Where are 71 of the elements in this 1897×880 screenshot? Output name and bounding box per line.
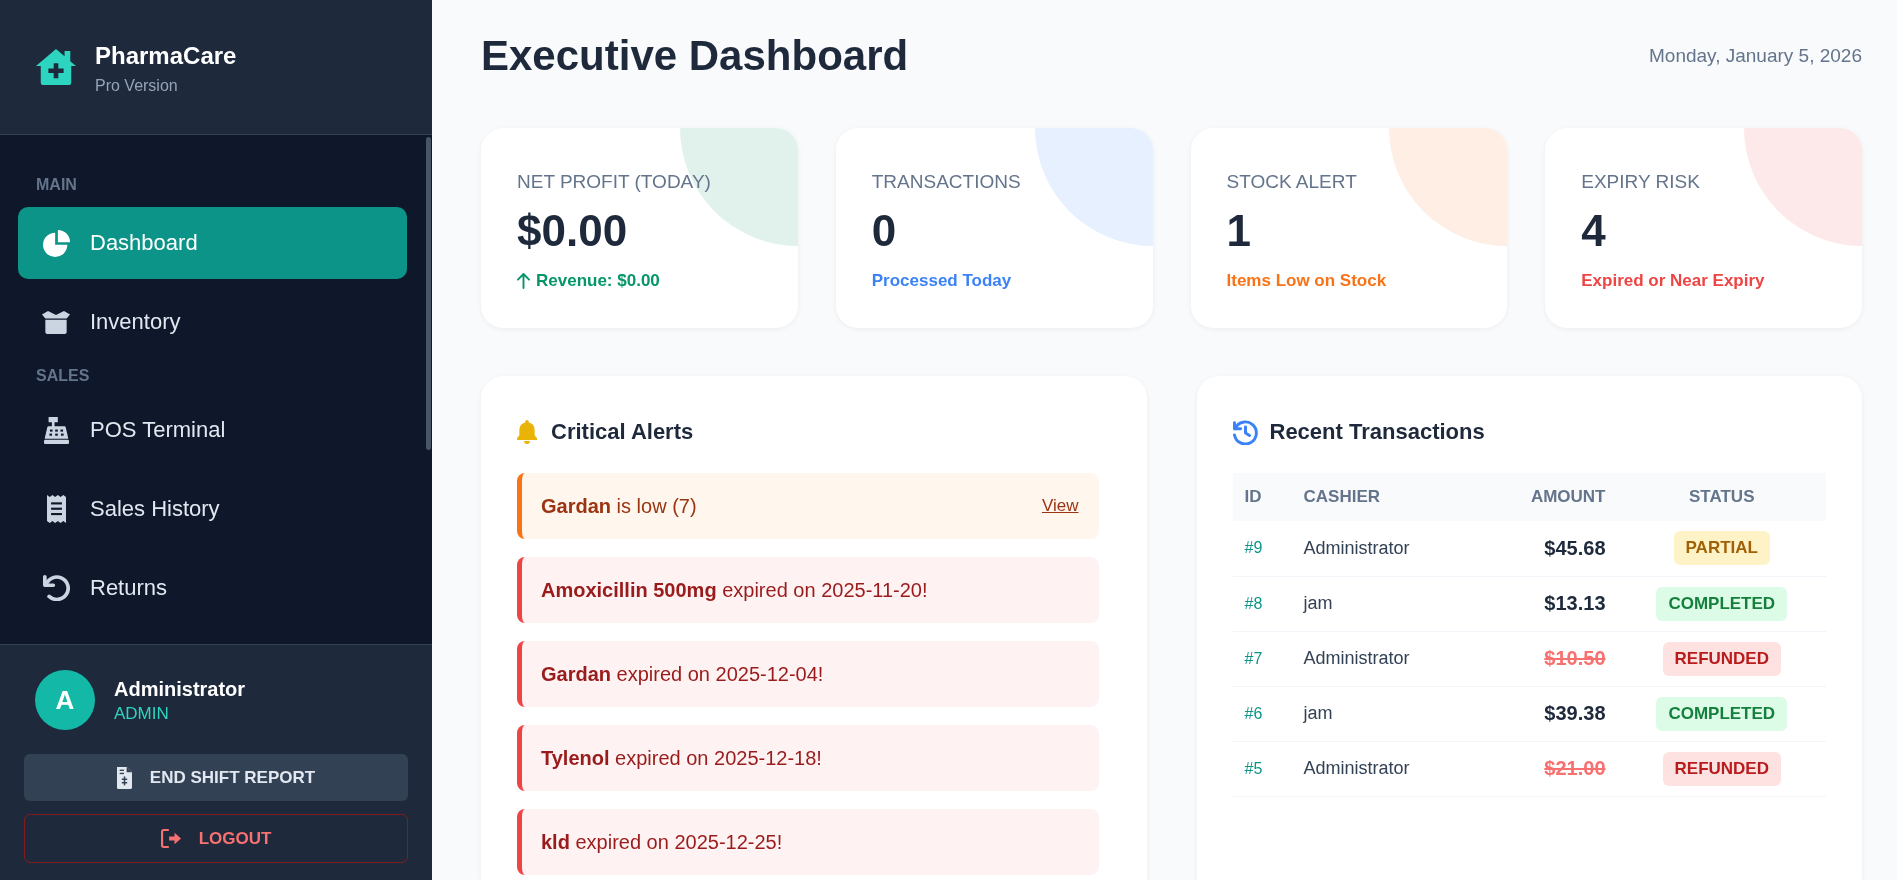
nav-item[interactable]: POS Terminal xyxy=(18,394,407,466)
stat-note: Processed Today xyxy=(871,270,1012,292)
status-badge: COMPLETED xyxy=(1656,696,1788,731)
document-icon xyxy=(116,766,132,789)
alert-message: Gardan is low (7) xyxy=(541,494,697,518)
logout-button[interactable]: LOGOUT xyxy=(24,814,408,863)
status-badge: COMPLETED xyxy=(1656,586,1788,621)
box-icon xyxy=(42,310,70,334)
alert-message: kld expired on 2025-12-25! xyxy=(541,830,783,854)
status-badge: REFUNDED xyxy=(1662,641,1781,676)
transaction-amount: $45.68 xyxy=(1544,536,1606,559)
panel-title: Recent Transactions xyxy=(1269,418,1485,446)
bell-icon xyxy=(517,420,537,444)
cashier-name: Administrator xyxy=(1303,537,1410,558)
status-badge: REFUNDED xyxy=(1662,751,1781,786)
cashier-name: Administrator xyxy=(1303,758,1410,778)
nav-item[interactable]: Inventory xyxy=(18,286,407,358)
receipt-icon xyxy=(46,495,66,523)
alert-message: Amoxicillin 500mg expired on 2025-11-20! xyxy=(541,578,928,602)
column-header: AMOUNT xyxy=(1530,487,1606,506)
nav-section-label: MAIN xyxy=(36,175,78,194)
app-name: PharmaCare xyxy=(95,41,237,70)
nav-item[interactable]: Dashboard xyxy=(18,207,407,279)
logout-icon xyxy=(160,829,181,848)
stat-value: $0.00 xyxy=(517,205,628,257)
stat-label: STOCK ALERT xyxy=(1226,170,1357,194)
stat-note: Revenue: $0.00 xyxy=(536,270,660,292)
transaction-amount: $13.13 xyxy=(1544,592,1606,614)
cashier-name: Administrator xyxy=(1303,648,1410,668)
cash-register-icon xyxy=(43,416,69,444)
transaction-id: #5 xyxy=(1244,759,1263,777)
stat-label: NET PROFIT (TODAY) xyxy=(517,170,711,194)
history-icon xyxy=(1232,419,1258,445)
app-subtitle: Pro Version xyxy=(95,75,179,95)
house-cross-icon xyxy=(36,49,76,85)
nav-item[interactable]: Sales History xyxy=(18,473,407,545)
column-header: ID xyxy=(1244,487,1262,506)
alert-message: Gardan expired on 2025-12-04! xyxy=(541,662,824,686)
nav-section-label: SALES xyxy=(36,366,91,385)
transaction-amount: $39.38 xyxy=(1544,702,1606,724)
panel-title: Critical Alerts xyxy=(551,418,694,446)
stat-value: 0 xyxy=(871,205,897,257)
transaction-id: #6 xyxy=(1244,704,1263,722)
cashier-name: jam xyxy=(1303,703,1333,723)
column-header: CASHIER xyxy=(1303,487,1380,506)
page-title: Executive Dashboard xyxy=(481,31,909,81)
transaction-id: #8 xyxy=(1244,594,1263,612)
nav-item[interactable]: Returns xyxy=(18,552,407,624)
transaction-amount: $21.00 xyxy=(1544,757,1606,779)
alert-message: Tylenol expired on 2025-12-18! xyxy=(541,746,822,770)
status-badge: PARTIAL xyxy=(1673,531,1770,566)
transaction-id: #9 xyxy=(1244,539,1263,557)
end-shift-report-button[interactable]: END SHIFT REPORT xyxy=(24,754,408,801)
stat-value: 1 xyxy=(1226,205,1251,257)
pie-chart-icon xyxy=(42,229,70,257)
stat-note: Expired or Near Expiry xyxy=(1581,270,1765,292)
user-role: ADMIN xyxy=(114,703,169,724)
cashier-name: jam xyxy=(1303,593,1333,613)
undo-icon xyxy=(42,575,70,601)
stat-label: EXPIRY RISK xyxy=(1581,170,1700,194)
view-link[interactable]: View xyxy=(1041,496,1079,516)
transaction-amount: $10.50 xyxy=(1544,647,1606,669)
scrollbar-thumb[interactable] xyxy=(426,137,431,450)
column-header: STATUS xyxy=(1689,487,1755,506)
user-avatar: A xyxy=(35,670,95,730)
transaction-id: #7 xyxy=(1244,649,1263,667)
stat-note: Items Low on Stock xyxy=(1226,270,1387,292)
user-name: Administrator xyxy=(114,676,246,701)
stat-label: TRANSACTIONS xyxy=(871,170,1021,194)
current-date: Monday, January 5, 2026 xyxy=(1649,45,1862,67)
stat-value: 4 xyxy=(1581,205,1606,257)
